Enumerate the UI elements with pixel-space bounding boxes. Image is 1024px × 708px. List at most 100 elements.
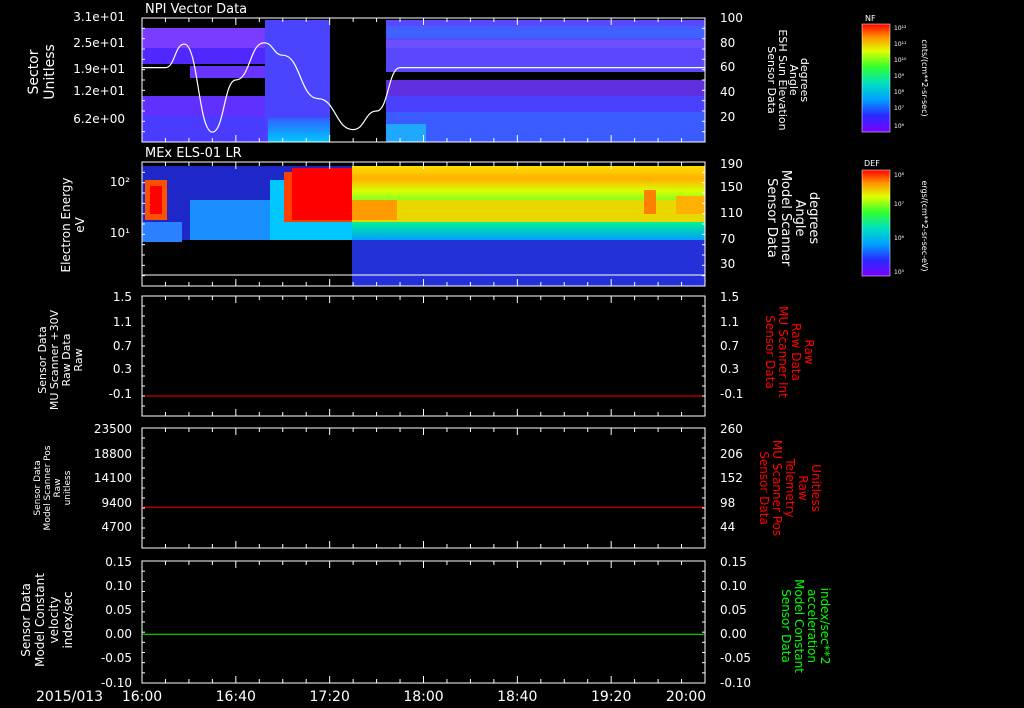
date-label: 2015/013 <box>36 689 103 705</box>
els-ytick-0: 10² <box>110 175 130 189</box>
els-rtick-2: 110 <box>720 206 743 220</box>
svg-text:Electron Energy: Electron Energy <box>59 177 73 272</box>
els-cb-tick-0: 10⁸ <box>894 172 905 179</box>
npi-colorbar-label: NF <box>865 14 876 23</box>
p3-ytick-4: -0.1 <box>109 387 132 401</box>
p5-frame <box>141 560 706 684</box>
svg-text:Raw: Raw <box>802 339 816 364</box>
npi-cb-tick-4: 10⁸ <box>894 89 905 96</box>
npi-cb-tick-3: 10⁹ <box>894 73 905 80</box>
p5-ytick-2: 0.05 <box>105 603 132 617</box>
svg-text:Sector: Sector <box>26 49 42 94</box>
npi-rtick-0: 100 <box>720 11 743 25</box>
p3-left-label: Sensor Data MU Scanner +30V Raw Data Raw <box>36 309 85 410</box>
svg-text:Raw Data: Raw Data <box>789 323 803 381</box>
els-right-label: Sensor Data Model Scanner Angle degrees <box>764 170 821 267</box>
p3-ytick-2: 0.7 <box>113 339 132 353</box>
p4-rtick-1: 206 <box>720 447 743 461</box>
p3-axis-ticks <box>141 295 706 417</box>
p3-ytick-3: 0.3 <box>113 362 132 376</box>
svg-text:Sensor Data: Sensor Data <box>19 583 33 657</box>
svg-text:Unitless: Unitless <box>809 464 823 512</box>
time-tick-3: 18:00 <box>403 689 443 705</box>
p4-ytick-0: 23500 <box>94 422 132 436</box>
npi-rtick-3: 40 <box>720 85 735 99</box>
p5-rtick-0: 0.15 <box>720 555 747 569</box>
svg-text:index/sec**2: index/sec**2 <box>818 588 832 665</box>
npi-rtick-1: 80 <box>720 36 735 50</box>
npi-right-label: Sensor Data ESH Sun Elevation Angle degr… <box>765 29 811 130</box>
svg-text:Raw: Raw <box>796 475 810 500</box>
npi-colorbar: NF 10¹² 10¹¹ 10¹⁰ 10⁹ 10⁸ 10⁷ 10⁶ cnts/(… <box>861 14 929 133</box>
svg-text:Raw: Raw <box>72 348 85 371</box>
svg-text:Model Constant: Model Constant <box>792 579 806 673</box>
npi-left-label: Sector Unitless <box>26 44 58 100</box>
p5-ytick-5: -0.10 <box>101 676 132 690</box>
els-cb-tick-1: 10⁷ <box>894 201 905 208</box>
npi-spectrogram <box>142 18 705 142</box>
p3-rtick-1: 1.1 <box>720 315 739 329</box>
svg-text:degrees: degrees <box>798 58 811 103</box>
p4-frame <box>141 427 706 549</box>
p4-ytick-4: 4700 <box>101 520 132 534</box>
p5-ytick-0: 0.15 <box>105 555 132 569</box>
model-velocity-panel: 0.15 0.10 0.05 0.00 -0.05 -0.10 0.15 0.1… <box>19 555 832 690</box>
p4-rtick-3: 98 <box>720 496 735 510</box>
npi-ytick-2: 1.9e+01 <box>73 62 125 76</box>
time-tick-1: 16:40 <box>216 689 256 705</box>
p5-ytick-3: 0.00 <box>105 627 132 641</box>
npi-cb-tick-6: 10⁶ <box>894 123 905 130</box>
els-rtick-3: 70 <box>720 232 735 246</box>
svg-text:Sensor Data: Sensor Data <box>779 589 793 663</box>
els-spectrogram <box>142 162 705 286</box>
time-tick-5: 19:20 <box>591 689 631 705</box>
svg-text:MU Scanner Int: MU Scanner Int <box>776 306 790 398</box>
p3-ytick-1: 1.1 <box>113 315 132 329</box>
els-rtick-1: 150 <box>720 180 743 194</box>
els-title: MEx ELS-01 LR <box>145 146 242 161</box>
svg-text:Angle: Angle <box>792 200 807 237</box>
p5-rtick-4: -0.05 <box>720 651 751 665</box>
scanner-pos-panel: 23500 18800 14100 9400 4700 260 206 152 … <box>33 422 823 549</box>
time-tick-6: 20:00 <box>666 689 706 705</box>
els-colorbar-units: ergs/(cm**2-sr-sec-eV) <box>920 180 929 271</box>
p4-ytick-3: 9400 <box>101 496 132 510</box>
els-rtick-0: 190 <box>720 157 743 171</box>
svg-text:Sensor Data: Sensor Data <box>757 451 771 525</box>
p3-rtick-3: 0.3 <box>720 362 739 376</box>
svg-text:Sensor Data: Sensor Data <box>763 315 777 389</box>
p4-ytick-1: 18800 <box>94 447 132 461</box>
p5-rtick-3: 0.00 <box>720 627 747 641</box>
p4-axis-ticks <box>141 427 706 549</box>
p3-rtick-2: 0.7 <box>720 339 739 353</box>
svg-text:acceleration: acceleration <box>805 589 819 663</box>
svg-text:Raw: Raw <box>53 479 63 498</box>
els-cb-tick-2: 10⁶ <box>894 235 905 242</box>
p4-left-label: Sensor Data Model Scanner Pos Raw unitle… <box>33 445 73 530</box>
npi-cb-tick-5: 10⁷ <box>894 105 905 112</box>
els-ytick-1: 10¹ <box>110 226 130 240</box>
svg-text:MU Scanner Pos: MU Scanner Pos <box>770 440 784 536</box>
svg-text:velocity: velocity <box>47 597 61 644</box>
npi-ytick-3: 1.2e+01 <box>73 84 125 98</box>
scanner-30v-panel: 1.5 1.1 0.7 0.3 -0.1 1.5 1.1 0.7 0.3 -0.… <box>36 290 816 417</box>
p4-rtick-2: 152 <box>720 471 743 485</box>
npi-colorbar-units: cnts/(cm**2-sr-sec) <box>920 39 929 116</box>
els-colorbar-label: DEF <box>864 159 880 168</box>
p4-ytick-2: 14100 <box>94 471 132 485</box>
els-colorbar: DEF 10⁸ 10⁷ 10⁶ 10⁵ ergs/(cm**2-sr-sec-e… <box>861 159 929 277</box>
npi-rtick-2: 60 <box>720 60 735 74</box>
p5-ytick-4: -0.05 <box>101 651 132 665</box>
svg-text:unitless: unitless <box>63 470 73 505</box>
npi-cb-tick-1: 10¹¹ <box>894 41 907 48</box>
p5-ytick-1: 0.10 <box>105 579 132 593</box>
p3-ytick-0: 1.5 <box>113 290 132 304</box>
els-cb-tick-3: 10⁵ <box>894 269 905 276</box>
p4-rtick-4: 44 <box>720 520 735 534</box>
p4-rtick-0: 260 <box>720 422 743 436</box>
time-tick-2: 17:20 <box>310 689 350 705</box>
svg-text:Sensor Data: Sensor Data <box>764 178 779 258</box>
p3-rtick-0: 1.5 <box>720 290 739 304</box>
p5-left-label: Sensor Data Model Constant velocity inde… <box>19 573 75 667</box>
els-panel: MEx ELS-01 LR 10² 10¹ 190 150 110 70 30 … <box>59 146 929 287</box>
